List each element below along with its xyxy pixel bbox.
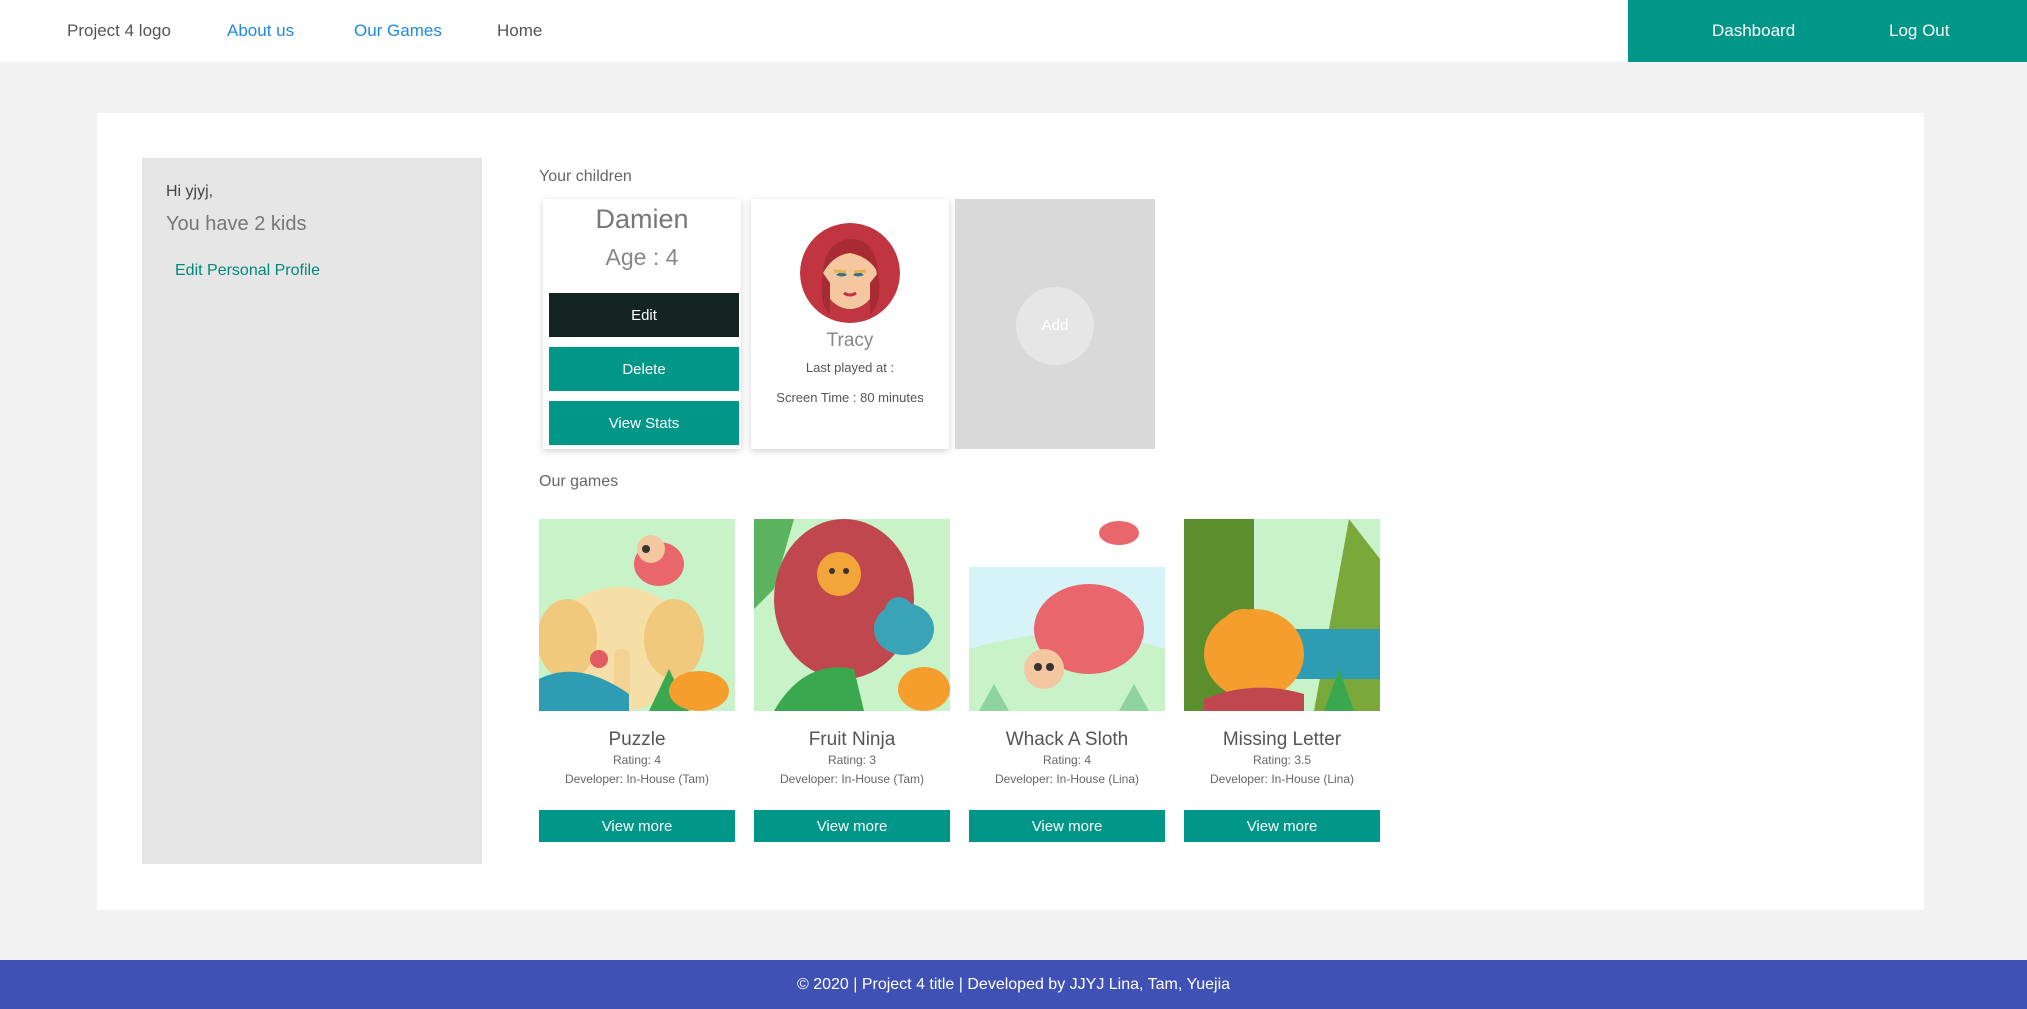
profile-sidebar: Hi yjyj, You have 2 kids Edit Personal P…	[142, 158, 482, 864]
puzzle-thumbnail[interactable]	[539, 519, 735, 711]
game-title: Puzzle	[608, 729, 666, 750]
game-card-missing-letter: Missing Letter Rating: 3.5 Developer: In…	[1184, 519, 1380, 842]
delete-child-button[interactable]: Delete	[549, 347, 739, 391]
game-card-puzzle: Puzzle Rating: 4 Developer: In-House (Ta…	[539, 519, 735, 842]
fruit-ninja-thumbnail[interactable]	[754, 519, 950, 711]
children-section-title: Your children	[539, 168, 632, 185]
game-developer: Developer: In-House (Tam)	[564, 772, 710, 786]
logout-link[interactable]: Log Out	[1889, 0, 1950, 62]
nav-link-about-us[interactable]: About us	[227, 0, 294, 62]
nav-link-dashboard[interactable]: Dashboard	[1712, 0, 1795, 62]
missing-letter-thumbnail[interactable]	[1184, 519, 1380, 711]
game-developer: Developer: In-House (Tam)	[779, 772, 925, 786]
child-card-damien: Damien Age : 4 Edit Delete View Stats	[543, 199, 741, 449]
game-rating: Rating: 4	[1042, 753, 1092, 767]
kids-count-text: You have 2 kids	[166, 213, 307, 235]
view-more-button[interactable]: View more	[539, 810, 735, 842]
nav-account-panel: Dashboard Log Out	[1628, 0, 2027, 62]
game-title: Whack A Sloth	[1005, 729, 1129, 750]
game-developer: Developer: In-House (Lina)	[994, 772, 1140, 786]
view-more-button[interactable]: View more	[754, 810, 950, 842]
view-stats-button[interactable]: View Stats	[549, 401, 739, 445]
game-card-whack-a-sloth: Whack A Sloth Rating: 4 Developer: In-Ho…	[969, 519, 1165, 842]
game-rating: Rating: 4	[612, 753, 662, 767]
page-footer: © 2020 | Project 4 title | Developed by …	[0, 960, 2027, 1009]
add-child-card: Add	[955, 199, 1155, 449]
child-card-tracy[interactable]: Tracy Last played at : Screen Time : 80 …	[751, 199, 949, 449]
edit-child-button[interactable]: Edit	[549, 293, 739, 337]
dashboard-card: Hi yjyj, You have 2 kids Edit Personal P…	[97, 113, 1924, 910]
view-more-button[interactable]: View more	[1184, 810, 1380, 842]
game-title: Missing Letter	[1222, 729, 1342, 750]
last-played-text: Last played at :	[805, 360, 895, 375]
nav-link-home[interactable]: Home	[497, 0, 542, 62]
edit-profile-link[interactable]: Edit Personal Profile	[175, 262, 320, 280]
games-section-title: Our games	[539, 473, 619, 490]
game-developer: Developer: In-House (Lina)	[1209, 772, 1355, 786]
game-rating: Rating: 3.5	[1252, 753, 1312, 767]
whack-a-sloth-thumbnail[interactable]	[969, 519, 1165, 711]
child-name: Damien	[595, 204, 689, 234]
game-title: Fruit Ninja	[808, 729, 896, 750]
girl-avatar-icon	[800, 223, 900, 323]
child-name: Tracy	[826, 330, 874, 351]
screen-time-text: Screen Time : 80 minutes	[776, 390, 924, 405]
greeting-text: Hi yjyj,	[166, 183, 214, 200]
game-card-fruit-ninja: Fruit Ninja Rating: 3 Developer: In-Hous…	[754, 519, 950, 842]
site-logo[interactable]: Project 4 logo	[67, 0, 171, 62]
top-navbar: Project 4 logo About us Our Games Home D…	[0, 0, 2027, 62]
view-more-button[interactable]: View more	[969, 810, 1165, 842]
game-rating: Rating: 3	[827, 753, 877, 767]
add-child-button[interactable]: Add	[1016, 287, 1094, 365]
child-age: Age : 4	[605, 244, 679, 270]
nav-link-our-games[interactable]: Our Games	[354, 0, 442, 62]
